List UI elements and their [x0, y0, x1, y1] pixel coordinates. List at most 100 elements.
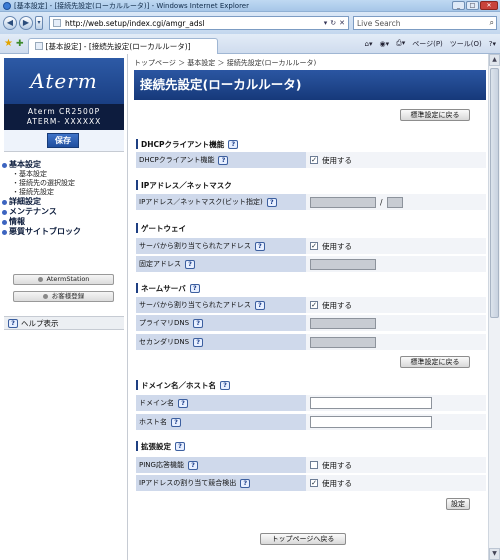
refresh-icon[interactable]: ↻ — [330, 19, 336, 27]
back-to-top-button[interactable]: トップページへ戻る — [260, 533, 346, 545]
domain-name-input[interactable] — [310, 397, 432, 409]
page-menu[interactable]: ページ(P) — [412, 39, 443, 49]
help-icon[interactable]: ? — [220, 380, 230, 390]
submenu-connection-select[interactable]: ・接続先の選択設定 — [2, 179, 126, 188]
add-favorite-icon[interactable]: ✚ — [16, 39, 24, 49]
scroll-up-icon[interactable]: ▲ — [489, 54, 500, 66]
nameserver-reset-button[interactable]: 標準設定に戻る — [400, 356, 470, 368]
scroll-thumb[interactable] — [490, 68, 499, 318]
secondary-dns-field[interactable] — [310, 336, 376, 348]
row-dhcp-client: DHCPクライアント機能? ✓ 使用する — [136, 152, 486, 169]
minimize-button[interactable]: _ — [452, 1, 465, 10]
stop-icon[interactable]: ✕ — [339, 19, 345, 27]
help-icon[interactable]: ? — [218, 155, 229, 165]
favorites-star-icon[interactable]: ★ — [4, 38, 13, 49]
section-nameserver: ネームサーバ? — [136, 282, 486, 294]
sidebar-menu: 基本設定 ・基本設定 ・接続先の選択設定 ・接続先設定 詳細設定 メンテナンス … — [2, 160, 126, 237]
bullet-icon — [2, 219, 7, 225]
dns-server-checkbox[interactable]: ✓ — [310, 301, 318, 309]
help-icon[interactable]: ? — [193, 318, 204, 328]
main-panel: トップページ ＞ 基本設定 ＞ 接続先設定(ローカルルータ) 接続先設定(ローカ… — [134, 54, 486, 560]
print-icon[interactable]: ⎙▾ — [396, 39, 405, 48]
aterm-logo: Aterm — [4, 58, 124, 104]
help-icon[interactable]: ? — [254, 241, 265, 251]
section-extended: 拡張設定? — [136, 440, 486, 452]
row-ping-response: PING応答機能? 使用する — [136, 457, 486, 474]
address-dropdown-icon[interactable]: ▾ — [324, 19, 328, 27]
menu-malicious-site-block[interactable]: 悪質サイトブロック — [2, 227, 126, 237]
ip-conflict-checkbox[interactable]: ✓ — [310, 479, 318, 487]
tools-menu[interactable]: ツール(O) — [450, 39, 482, 49]
section-dhcp: DHCPクライアント機能? — [136, 138, 486, 150]
aterm-station-button[interactable]: AtermStation — [13, 274, 114, 285]
feeds-icon[interactable]: ◉▾ — [379, 40, 389, 48]
scroll-down-icon[interactable]: ▼ — [489, 548, 500, 560]
bullet-icon — [2, 209, 7, 215]
help-icon[interactable]: ? — [189, 283, 200, 293]
page-title: 接続先設定(ローカルルータ) — [134, 70, 486, 100]
menu-basic-settings[interactable]: 基本設定 — [2, 160, 126, 170]
window-titlebar: [基本設定] - [接続先設定(ローカルルータ)] - Windows Inte… — [0, 0, 500, 12]
help-menu-icon[interactable]: ?▾ — [489, 40, 496, 48]
home-icon[interactable]: ⌂▾ — [365, 40, 373, 48]
search-placeholder[interactable]: Live Search — [357, 19, 490, 28]
submenu-connection-settings[interactable]: ・接続先設定 — [2, 188, 126, 197]
row-dns-server: サーバから割り当てられたアドレス? ✓ 使用する — [136, 297, 486, 314]
ping-response-checkbox[interactable] — [310, 461, 318, 469]
apply-settings-button[interactable]: 設定 — [446, 498, 470, 510]
bullet-icon — [37, 277, 43, 282]
address-toolbar: ◀ ▶ ▾ http://web.setup/index.cgi/amgr_ad… — [0, 12, 500, 34]
save-button[interactable]: 保存 — [47, 133, 79, 148]
row-gateway-server: サーバから割り当てられたアドレス? ✓ 使用する — [136, 238, 486, 255]
gateway-fixed-field[interactable] — [310, 258, 376, 270]
bullet-icon — [2, 229, 7, 235]
address-url[interactable]: http://web.setup/index.cgi/amgr_adsl — [65, 19, 324, 28]
dhcp-use-checkbox[interactable]: ✓ — [310, 156, 318, 164]
help-icon[interactable]: ? — [228, 139, 239, 149]
close-button[interactable]: ✕ — [480, 1, 498, 10]
maximize-button[interactable]: □ — [466, 1, 479, 10]
row-ip-conflict-detect: IPアドレスの割り当て競合検出? ✓ 使用する — [136, 475, 486, 492]
tab-favicon — [34, 42, 43, 50]
bullet-icon — [2, 162, 7, 168]
host-name-input[interactable] — [310, 416, 432, 428]
help-icon[interactable]: ? — [193, 337, 204, 347]
menu-advanced-settings[interactable]: 詳細設定 — [2, 197, 126, 207]
back-button[interactable]: ◀ — [3, 16, 17, 30]
help-icon[interactable]: ? — [187, 460, 198, 470]
customer-registration-button[interactable]: お客様登録 — [13, 291, 114, 302]
address-bar[interactable]: http://web.setup/index.cgi/amgr_adsl ▾ ↻… — [49, 16, 349, 30]
reset-default-button[interactable]: 標準設定に戻る — [400, 109, 470, 121]
submenu-basic[interactable]: ・基本設定 — [2, 170, 126, 179]
help-icon[interactable]: ? — [266, 197, 277, 207]
primary-dns-field[interactable] — [310, 317, 376, 329]
forward-button[interactable]: ▶ — [19, 16, 33, 30]
section-gateway: ゲートウェイ — [136, 222, 486, 234]
ie-icon — [3, 1, 11, 10]
page-favicon — [53, 19, 61, 27]
model-name: Aterm CR2500P — [27, 107, 101, 116]
help-icon[interactable]: ? — [175, 441, 185, 451]
search-icon[interactable]: ⌕ — [490, 18, 494, 28]
netmask-bits-field[interactable] — [386, 196, 403, 208]
help-display[interactable]: ? ヘルプ表示 — [4, 316, 124, 330]
help-icon[interactable]: ? — [171, 417, 181, 427]
help-icon: ? — [8, 318, 18, 328]
search-box[interactable]: Live Search ⌕ — [353, 16, 497, 30]
breadcrumb[interactable]: トップページ ＞ 基本設定 ＞ 接続先設定(ローカルルータ) — [134, 58, 316, 68]
ip-address-field[interactable] — [310, 196, 376, 208]
help-icon[interactable]: ? — [240, 478, 251, 488]
model-info: Aterm CR2500P ATERM- XXXXXX — [4, 104, 124, 130]
help-icon[interactable]: ? — [185, 259, 195, 269]
gateway-server-checkbox[interactable]: ✓ — [310, 242, 318, 250]
menu-maintenance[interactable]: メンテナンス — [2, 207, 126, 217]
vertical-scrollbar[interactable]: ▲ ▼ — [488, 54, 500, 560]
tab-title[interactable]: [基本設定] - [接続先設定(ローカルルータ)] — [46, 41, 191, 52]
bullet-icon — [2, 199, 7, 205]
help-icon[interactable]: ? — [178, 398, 188, 408]
menu-info[interactable]: 情報 — [2, 217, 126, 227]
row-host-name: ホスト名? — [136, 414, 486, 431]
history-dropdown-icon[interactable]: ▾ — [35, 16, 43, 30]
browser-tab[interactable]: [基本設定] - [接続先設定(ローカルルータ)] — [27, 37, 218, 54]
help-icon[interactable]: ? — [254, 300, 265, 310]
